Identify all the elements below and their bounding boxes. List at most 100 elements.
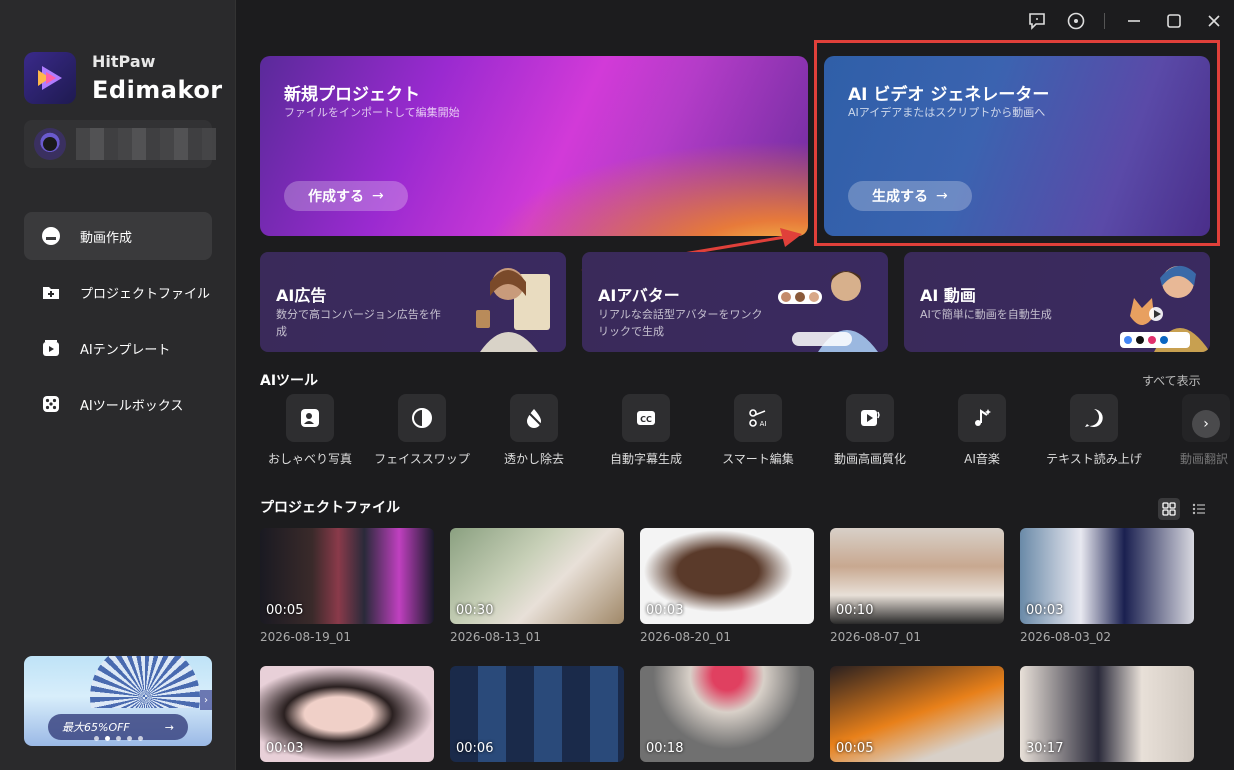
duration-label: 00:03 xyxy=(266,741,304,756)
close-icon[interactable] xyxy=(1203,10,1225,32)
tool-label: AI音楽 xyxy=(964,452,1000,466)
project-thumbnail[interactable]: 00:06 xyxy=(450,666,624,762)
arrow-right-icon: → xyxy=(164,720,174,734)
avatar xyxy=(34,128,66,160)
sidebar-item-label: プロジェクトファイル xyxy=(80,286,211,302)
folder-icon xyxy=(40,281,62,303)
sidebar-item-create[interactable]: 動画作成 xyxy=(24,212,212,260)
sidebar-item-ai-template[interactable]: AIテンプレート xyxy=(24,324,212,372)
hero-title: 新規プロジェクト xyxy=(284,85,420,105)
hero-subtitle: ファイルをインポートして編集開始 xyxy=(284,106,460,119)
brand-name: Edimakor xyxy=(92,76,223,104)
talking-photo-icon xyxy=(286,394,334,442)
app-logo xyxy=(24,52,76,104)
svg-text:CC: CC xyxy=(640,415,652,424)
tool-video-enhance[interactable]: 動画高画質化 xyxy=(820,394,920,466)
tool-face-swap[interactable]: フェイススワップ xyxy=(372,394,472,466)
project-thumbnail[interactable]: 00:05 xyxy=(830,666,1004,762)
feature-title: AI広告 xyxy=(276,286,327,305)
ai-video-card[interactable]: AI 動画 AIで簡単に動画を自動生成 xyxy=(904,252,1210,352)
toolbox-icon xyxy=(40,393,62,415)
highlight-box xyxy=(814,40,1220,246)
tool-auto-subtitle[interactable]: CC 自動字幕生成 xyxy=(596,394,696,466)
sidebar-item-project-files[interactable]: プロジェクトファイル xyxy=(24,268,212,316)
smart-edit-icon: AI xyxy=(734,394,782,442)
watermark-remove-icon xyxy=(510,394,558,442)
ai-ad-card[interactable]: AI広告 数分で高コンバージョン広告を作成 xyxy=(260,252,566,352)
grid-view-icon[interactable] xyxy=(1158,498,1180,520)
person-illustration-icon xyxy=(476,268,550,352)
tool-smart-edit[interactable]: AI スマート編集 xyxy=(708,394,808,466)
duration-label: 30:17 xyxy=(1026,741,1064,756)
sidebar-item-label: AIテンプレート xyxy=(80,342,171,358)
tool-label: テキスト読み上げ xyxy=(1046,452,1142,466)
feedback-icon[interactable] xyxy=(1026,10,1048,32)
cat-portrait-illustration-icon xyxy=(1120,265,1210,352)
new-project-card[interactable]: 新規プロジェクト ファイルをインポートして編集開始 作成する → xyxy=(260,56,808,236)
tool-watermark-remove[interactable]: 透かし除去 xyxy=(484,394,584,466)
promo-next-icon[interactable]: › xyxy=(200,690,212,710)
logo-play-icon xyxy=(38,66,62,90)
user-name-redacted xyxy=(76,128,216,160)
duration-label: 00:05 xyxy=(836,741,874,756)
project-thumbnail[interactable]: 00:18 xyxy=(640,666,814,762)
tool-text-to-speech[interactable]: テキスト読み上げ xyxy=(1044,394,1144,466)
create-button[interactable]: 作成する → xyxy=(284,181,408,211)
arrow-right-icon: → xyxy=(372,188,384,204)
duration-label: 00:03 xyxy=(646,603,684,618)
project-thumbnail[interactable]: 00:03 xyxy=(640,528,814,624)
sidebar-item-label: 動画作成 xyxy=(80,230,133,246)
project-thumbnail[interactable]: 00:03 xyxy=(1020,528,1194,624)
project-thumbnail[interactable]: 00:30 xyxy=(450,528,624,624)
promo-banner[interactable]: 最大65%OFF → › xyxy=(24,656,212,746)
project-thumbnail[interactable]: 00:03 xyxy=(260,666,434,762)
home-icon xyxy=(40,225,62,247)
chevron-right-icon[interactable]: › xyxy=(1192,410,1220,438)
tool-label: フェイススワップ xyxy=(374,452,470,466)
tool-talking-photo[interactable]: おしゃべり写真 xyxy=(260,394,360,466)
feature-desc: リアルな会話型アバターをワンクリックで生成 xyxy=(598,308,763,338)
project-name: 2026-08-19_01 xyxy=(260,630,352,644)
project-name: 2026-08-03_02 xyxy=(1020,630,1112,644)
tool-label: 動画翻訳 xyxy=(1180,452,1229,466)
create-button-label: 作成する xyxy=(308,189,364,205)
tool-label: 透かし除去 xyxy=(503,452,564,466)
user-account[interactable] xyxy=(24,120,216,168)
maximize-icon[interactable] xyxy=(1163,10,1185,32)
video-enhance-icon xyxy=(846,394,894,442)
brand-small: HitPaw xyxy=(92,52,156,71)
show-all-link[interactable]: すべて表示 xyxy=(1142,372,1201,389)
project-thumbnail[interactable]: 30:17 xyxy=(1020,666,1194,762)
feature-title: AI 動画 xyxy=(920,286,976,305)
project-thumbnail[interactable]: 00:05 xyxy=(260,528,434,624)
tool-ai-music[interactable]: AI音楽 xyxy=(932,394,1032,466)
feature-title: AIアバター xyxy=(598,286,680,305)
subtitle-icon: CC xyxy=(622,394,670,442)
minimize-icon[interactable] xyxy=(1123,10,1145,32)
feature-desc: 数分で高コンバージョン広告を作成 xyxy=(276,308,441,338)
duration-label: 00:30 xyxy=(456,603,494,618)
project-files-title: プロジェクトファイル xyxy=(260,500,400,516)
sidebar-item-ai-toolbox[interactable]: AIツールボックス xyxy=(24,380,212,428)
carousel-dots xyxy=(94,736,143,741)
tool-label: おしゃべり写真 xyxy=(267,452,352,466)
duration-label: 00:03 xyxy=(1026,603,1064,618)
music-icon xyxy=(958,394,1006,442)
settings-icon[interactable] xyxy=(1065,10,1087,32)
project-thumbnail[interactable]: 00:10 xyxy=(830,528,1004,624)
avatar-illustration-icon xyxy=(778,271,878,352)
list-view-icon[interactable] xyxy=(1188,498,1210,520)
feature-desc: AIで簡単に動画を自動生成 xyxy=(920,308,1052,321)
tool-label: 自動字幕生成 xyxy=(609,452,682,466)
project-name: 2026-08-13_01 xyxy=(450,630,542,644)
duration-label: 00:10 xyxy=(836,603,874,618)
template-icon xyxy=(40,337,62,359)
tool-label: 動画高画質化 xyxy=(833,452,906,466)
duration-label: 00:05 xyxy=(266,603,304,618)
tts-icon xyxy=(1070,394,1118,442)
duration-label: 00:06 xyxy=(456,741,494,756)
project-name: 2026-08-07_01 xyxy=(830,630,922,644)
ai-avatar-card[interactable]: AIアバター リアルな会話型アバターをワンクリックで生成 xyxy=(582,252,888,352)
tool-label: スマート編集 xyxy=(722,452,794,466)
sidebar-item-label: AIツールボックス xyxy=(80,398,184,414)
